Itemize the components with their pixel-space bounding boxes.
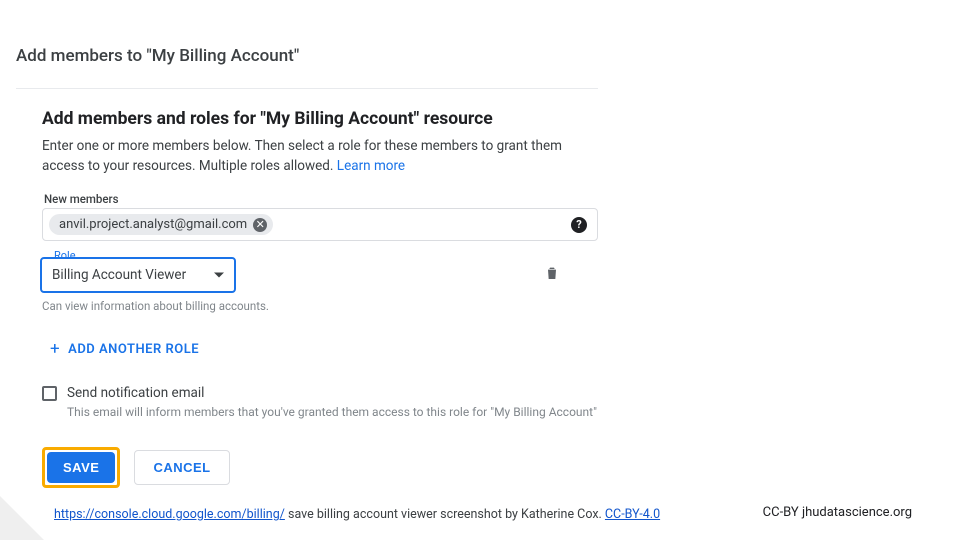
help-icon[interactable]: ? xyxy=(571,217,587,233)
section-description: Enter one or more members below. Then se… xyxy=(42,137,598,176)
save-highlight: SAVE xyxy=(42,447,120,488)
notify-label: Send notification email xyxy=(67,385,204,401)
add-another-role-button[interactable]: + ADD ANOTHER ROLE xyxy=(50,339,199,359)
role-select[interactable]: Billing Account Viewer xyxy=(40,257,236,293)
save-button[interactable]: SAVE xyxy=(47,452,115,483)
member-chip[interactable]: anvil.project.analyst@gmail.com ✕ xyxy=(49,214,273,235)
section-title: Add members and roles for "My Billing Ac… xyxy=(42,109,598,129)
attribution-right: CC-BY jhudatascience.org xyxy=(763,505,912,520)
remove-chip-icon[interactable]: ✕ xyxy=(253,218,267,232)
notify-checkbox[interactable] xyxy=(42,386,57,401)
learn-more-link[interactable]: Learn more xyxy=(337,158,405,174)
dialog-title: Add members to "My Billing Account" xyxy=(16,46,598,66)
cancel-button[interactable]: CANCEL xyxy=(134,450,229,485)
description-text: Enter one or more members below. Then se… xyxy=(42,138,562,174)
delete-role-button[interactable] xyxy=(544,264,560,286)
notify-hint: This email will inform members that you'… xyxy=(67,405,598,419)
new-members-label: New members xyxy=(44,192,598,206)
divider xyxy=(16,88,598,89)
page-corner-decoration xyxy=(0,496,44,540)
role-selected-value: Billing Account Viewer xyxy=(52,267,186,283)
attribution-url[interactable]: https://console.cloud.google.com/billing… xyxy=(54,507,285,522)
member-chip-text: anvil.project.analyst@gmail.com xyxy=(59,217,247,232)
add-role-label: ADD ANOTHER ROLE xyxy=(68,342,199,357)
attribution-caption: save billing account viewer screenshot b… xyxy=(285,507,605,522)
role-hint: Can view information about billing accou… xyxy=(42,299,598,313)
attribution-left: https://console.cloud.google.com/billing… xyxy=(54,507,660,522)
plus-icon: + xyxy=(50,339,60,359)
new-members-input[interactable]: anvil.project.analyst@gmail.com ✕ ? xyxy=(42,208,598,241)
attribution-license[interactable]: CC-BY-4.0 xyxy=(605,507,660,522)
add-members-dialog: Add members to "My Billing Account" Add … xyxy=(16,46,598,488)
trash-icon xyxy=(544,264,560,282)
chevron-down-icon xyxy=(214,273,224,278)
